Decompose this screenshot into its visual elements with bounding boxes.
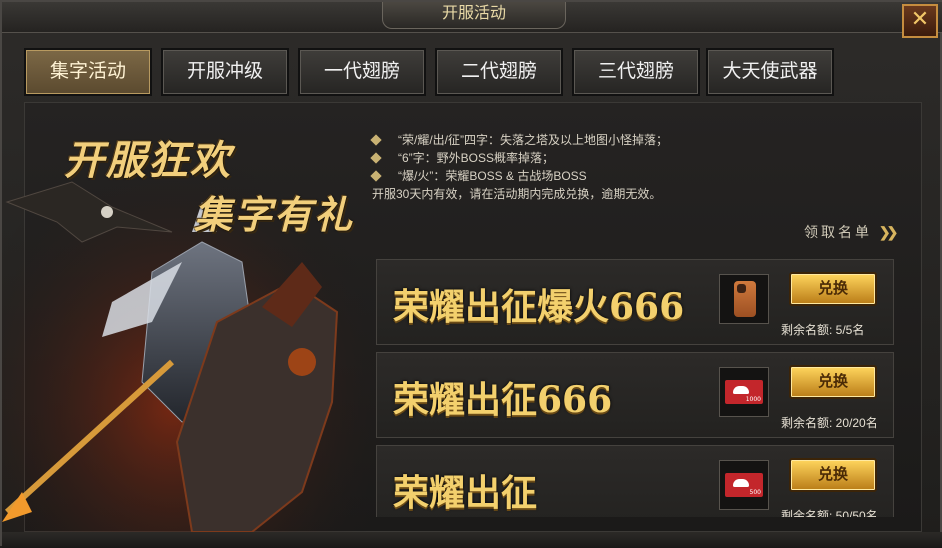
rule-text: “6”字：野外BOSS概率掉落；: [398, 151, 555, 165]
banner-line-2: 集字有礼: [194, 192, 355, 237]
rules-list: “荣/耀/出/征”四字：失落之塔及以上地图小怪掉落； “6”字：野外BOSS概率…: [370, 131, 892, 203]
reward-row: 荣耀出征爆火666 兑换 剩余名额: 5/5名: [376, 259, 894, 345]
reward-name: 荣耀出征666: [393, 379, 613, 421]
tab-wings-gen2[interactable]: 二代翅膀: [435, 48, 563, 96]
remaining-quota: 剩余名额: 50/50名: [781, 509, 878, 517]
reward-item-slot[interactable]: 1000: [719, 367, 769, 417]
window-title: 开服活动: [382, 2, 566, 29]
diamond-bullet-icon: [370, 134, 382, 146]
diamond-bullet-icon: [370, 170, 382, 182]
card-icon: 500: [725, 473, 763, 497]
validity-note: 开服30天内有效，请在活动期内完成兑换，逾期无效。: [372, 187, 662, 201]
rule-item: “6”字：野外BOSS概率掉落；: [370, 149, 892, 167]
tab-level-rush[interactable]: 开服冲级: [161, 48, 289, 96]
remaining-quota: 剩余名额: 20/20名: [781, 416, 878, 430]
remaining-quota: 剩余名额: 5/5名: [781, 323, 865, 337]
close-button[interactable]: ✕: [902, 4, 938, 38]
double-chevron-right-icon: ❯❯: [878, 224, 899, 240]
claim-list-label: 领取名单: [804, 224, 872, 240]
exchange-button[interactable]: 兑换: [789, 365, 877, 399]
reward-list[interactable]: 荣耀出征爆火666 兑换 剩余名额: 5/5名 荣耀出征666 1000 兑换 …: [376, 259, 894, 517]
tab-word-collect[interactable]: 集字活动: [24, 48, 152, 96]
tab-wings-gen3[interactable]: 三代翅膀: [572, 48, 700, 96]
close-icon: ✕: [910, 7, 930, 32]
claim-list-link[interactable]: 领取名单 ❯❯: [804, 222, 899, 242]
event-window: 开服活动 ✕ 集字活动 开服冲级 一代翅膀 二代翅膀 三代翅膀 大天使武器 开服…: [0, 0, 942, 548]
rule-item: “荣/耀/出/征”四字：失落之塔及以上地图小怪掉落；: [370, 131, 892, 149]
exchange-button[interactable]: 兑换: [789, 458, 877, 492]
reward-row: 荣耀出征 500 兑换 剩余名额: 50/50名: [376, 445, 894, 517]
title-bar: 开服活动: [2, 2, 942, 33]
reward-row: 荣耀出征666 1000 兑换 剩余名额: 20/20名: [376, 352, 894, 438]
tab-wings-gen1[interactable]: 一代翅膀: [298, 48, 426, 96]
diamond-bullet-icon: [370, 152, 382, 164]
reward-name: 荣耀出征: [393, 472, 538, 514]
rule-item: “爆/火”：荣耀BOSS & 古战场BOSS: [370, 167, 892, 185]
rule-text: “爆/火”：荣耀BOSS & 古战场BOSS: [398, 169, 587, 183]
banner-line-1: 开服狂欢: [64, 137, 232, 184]
phone-icon: [734, 281, 756, 317]
card-value: 1000: [745, 396, 761, 403]
card-value: 500: [749, 489, 761, 496]
tab-archangel-weapon[interactable]: 大天使武器: [706, 48, 834, 96]
exchange-button[interactable]: 兑换: [789, 272, 877, 306]
reward-item-slot[interactable]: 500: [719, 460, 769, 510]
reward-item-slot[interactable]: [719, 274, 769, 324]
rule-text: “荣/耀/出/征”四字：失落之塔及以上地图小怪掉落；: [398, 133, 668, 147]
card-icon: 1000: [725, 380, 763, 404]
reward-name: 荣耀出征爆火666: [393, 286, 685, 328]
